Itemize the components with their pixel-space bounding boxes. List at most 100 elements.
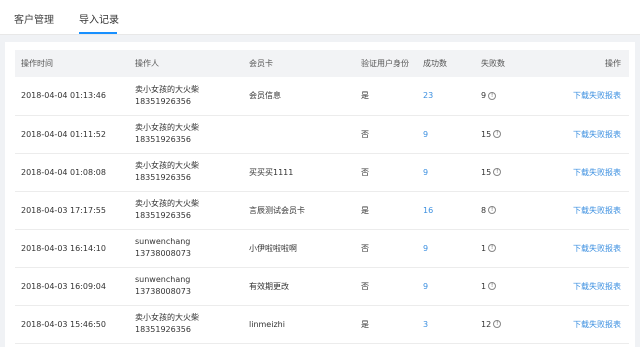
header-action: 操作 [525, 50, 629, 77]
operator-phone: 13738008073 [135, 249, 191, 258]
success-count[interactable]: 9 [423, 244, 428, 253]
cell-action: 下载失败报表 [525, 229, 629, 268]
fail-count: 1 [481, 281, 487, 291]
info-icon[interactable]: ! [488, 91, 497, 100]
download-fail-report-link[interactable]: 下载失败报表 [573, 168, 621, 177]
fail-count: 1 [481, 243, 487, 253]
table-row: 2018-04-03 16:14:10 sunwenchang 1373800807… [15, 229, 629, 268]
cell-operator: 卖小女孩的大火柴 18351926356 [129, 305, 243, 344]
header-verify-identity: 验证用户身份 [355, 50, 417, 77]
success-count[interactable]: 16 [423, 206, 433, 215]
operator-name: sunwenchang [135, 275, 191, 284]
info-icon[interactable]: ! [493, 320, 502, 328]
download-fail-report-link[interactable]: 下载失败报表 [573, 244, 621, 253]
cell-member-card: 买买买1111 [243, 153, 355, 192]
cell-action: 下载失败报表 [525, 191, 629, 230]
cell-success: 9 [417, 115, 475, 154]
download-fail-report-link[interactable]: 下载失败报表 [573, 130, 621, 139]
tab-import-records[interactable]: 导入记录 [79, 11, 119, 26]
cell-fail: 15! [475, 115, 525, 154]
operator-name: 卖小女孩的大火柴 [135, 199, 199, 208]
cell-member-card [243, 115, 355, 154]
info-icon[interactable]: ! [488, 282, 497, 290]
cell-time: 2018-04-03 16:09:04 [15, 267, 129, 306]
cell-action: 下载失败报表 [525, 115, 629, 154]
table-row: 2018-04-03 15:46:50 卖小女孩的大火柴 18351926356 li… [15, 305, 629, 344]
header-success-count: 成功数 [417, 50, 475, 77]
cell-member-card: 言辰测试会员卡 [243, 191, 355, 230]
operator-name: 卖小女孩的大火柴 [135, 161, 199, 170]
cell-action: 下载失败报表 [525, 153, 629, 192]
table-row: 2018-04-04 01:08:08 卖小女孩的大火柴 18351926356 买买… [15, 153, 629, 192]
cell-operator: 卖小女孩的大火柴 18351926356 [129, 153, 243, 192]
cell-operator: sunwenchang 13738008073 [129, 229, 243, 268]
download-fail-report-link[interactable]: 下载失败报表 [573, 282, 621, 291]
download-fail-report-link[interactable]: 下载失败报表 [573, 91, 621, 100]
cell-fail: 12! [475, 305, 525, 344]
success-count[interactable]: 9 [423, 168, 428, 177]
cell-time: 2018-04-03 16:14:10 [15, 229, 129, 268]
fail-count: 9 [481, 91, 487, 101]
cell-action: 下载失败报表 [525, 305, 629, 344]
success-count[interactable]: 9 [423, 130, 428, 139]
active-tab-indicator [79, 32, 117, 34]
tab-customer-management[interactable]: 客户管理 [14, 11, 54, 26]
success-count[interactable]: 3 [423, 320, 428, 329]
download-fail-report-link[interactable]: 下载失败报表 [573, 206, 621, 215]
cell-fail: 8! [475, 191, 525, 230]
cell-verify: 否 [355, 229, 417, 268]
cell-action: 下载失败报表 [525, 77, 629, 116]
import-records-table: 操作时间 操作人 会员卡 验证用户身份 成功数 失败数 操作 2018-04-0… [15, 50, 629, 344]
cell-fail: 15! [475, 153, 525, 192]
header-operator: 操作人 [129, 50, 243, 77]
cell-success: 16 [417, 191, 475, 230]
tab-bar: 客户管理 导入记录 [0, 0, 640, 35]
cell-success: 23 [417, 77, 475, 116]
header-member-card: 会员卡 [243, 50, 355, 77]
operator-phone: 18351926356 [135, 135, 191, 144]
cell-fail: 1! [475, 267, 525, 306]
operator-name: 卖小女孩的大火柴 [135, 123, 199, 132]
operator-phone: 18351926356 [135, 211, 191, 220]
cell-verify: 是 [355, 77, 417, 116]
operator-phone: 18351926356 [135, 96, 191, 106]
download-fail-report-link[interactable]: 下载失败报表 [573, 320, 621, 329]
fail-count: 8 [481, 205, 487, 215]
operator-name: 卖小女孩的大火柴 [135, 313, 199, 322]
success-count[interactable]: 23 [423, 91, 433, 100]
cell-success: 9 [417, 229, 475, 268]
cell-member-card: linmeizhi [243, 305, 355, 344]
header-operation-time: 操作时间 [15, 50, 129, 77]
cell-operator: 卖小女孩的大火柴 18351926356 [129, 77, 243, 116]
cell-time: 2018-04-03 15:46:50 [15, 305, 129, 344]
info-icon[interactable]: ! [493, 130, 502, 138]
fail-count: 15 [481, 129, 492, 139]
header-fail-count: 失败数 [475, 50, 525, 77]
cell-time: 2018-04-04 01:11:52 [15, 115, 129, 154]
operator-phone: 18351926356 [135, 325, 191, 334]
operator-name: sunwenchang [135, 237, 191, 246]
cell-verify: 否 [355, 115, 417, 154]
cell-verify: 是 [355, 191, 417, 230]
cell-action: 下载失败报表 [525, 267, 629, 306]
cell-time: 2018-04-04 01:08:08 [15, 153, 129, 192]
info-icon[interactable]: ! [488, 244, 497, 252]
cell-verify: 是 [355, 305, 417, 344]
info-icon[interactable]: ! [488, 206, 497, 214]
cell-time: 2018-04-03 17:17:55 [15, 191, 129, 230]
table-row: 2018-04-03 16:09:04 sunwenchang 1373800807… [15, 267, 629, 306]
operator-phone: 13738008073 [135, 287, 191, 296]
cell-operator: 卖小女孩的大火柴 18351926356 [129, 191, 243, 230]
table-row: 2018-04-04 01:13:46 卖小女孩的大火柴 18351926356 会员… [15, 77, 629, 116]
cell-verify: 否 [355, 267, 417, 306]
fail-count: 12 [481, 319, 492, 329]
info-icon[interactable]: ! [493, 168, 502, 176]
cell-success: 9 [417, 267, 475, 306]
cell-success: 9 [417, 153, 475, 192]
table-row: 2018-04-04 01:11:52 卖小女孩的大火柴 18351926356 否 9… [15, 115, 629, 154]
success-count[interactable]: 9 [423, 282, 428, 291]
fail-count: 15 [481, 167, 492, 177]
cell-verify: 否 [355, 153, 417, 192]
cell-operator: sunwenchang 13738008073 [129, 267, 243, 306]
table-header-row: 操作时间 操作人 会员卡 验证用户身份 成功数 失败数 操作 [15, 50, 629, 77]
